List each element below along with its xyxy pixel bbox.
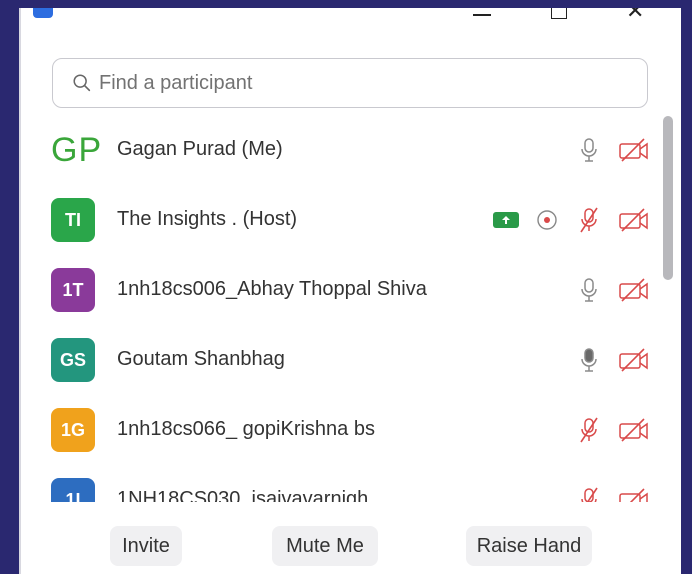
- mic-icon: [575, 136, 603, 164]
- video-off-icon: [617, 276, 651, 304]
- video-off-icon: [617, 136, 651, 164]
- participant-row[interactable]: 1T 1nh18cs006_Abhay Thoppal Shiva: [21, 256, 661, 326]
- participant-row[interactable]: 1G 1nh18cs066_ gopiKrishna bs: [21, 396, 661, 466]
- close-icon[interactable]: ✕: [626, 8, 644, 23]
- search-box[interactable]: [52, 58, 648, 108]
- avatar: 1I: [51, 478, 95, 502]
- video-off-icon: [617, 206, 651, 234]
- participant-name: 1nh18cs006_Abhay Thoppal Shiva: [117, 278, 427, 300]
- raise-hand-button[interactable]: Raise Hand: [466, 526, 592, 566]
- avatar: 1T: [51, 268, 95, 312]
- maximize-icon[interactable]: [551, 8, 567, 19]
- scroll-thumb[interactable]: [663, 116, 673, 280]
- scrollbar[interactable]: [661, 116, 675, 502]
- screen-share-icon: [493, 212, 519, 228]
- participant-row[interactable]: 1I 1NH18CS030_isaivavarnigh...: [21, 466, 661, 502]
- minimize-icon[interactable]: [473, 14, 491, 16]
- avatar: GS: [51, 338, 95, 382]
- participant-status-icons: [575, 486, 651, 502]
- mic-icon: [575, 276, 603, 304]
- participant-status-icons: [575, 346, 651, 374]
- participant-status-icons: [493, 206, 651, 234]
- invite-button[interactable]: Invite: [110, 526, 182, 566]
- participant-name: 1NH18CS030_isaivavarnigh...: [117, 488, 385, 502]
- search-input[interactable]: [97, 70, 621, 96]
- participant-row[interactable]: GS Goutam Shanbhag: [21, 326, 661, 396]
- participant-name: Gagan Purad (Me): [117, 138, 283, 160]
- participant-row[interactable]: TI The Insights . (Host): [21, 186, 661, 256]
- avatar: TI: [51, 198, 95, 242]
- video-off-icon: [617, 486, 651, 502]
- participant-list: GP Gagan Purad (Me) TI The Insights . (Host…: [21, 116, 661, 502]
- recording-icon: [533, 206, 561, 234]
- video-off-icon: [617, 416, 651, 444]
- participants-window: ✕ GP Gagan Purad (Me) TI The Insights . (Ho…: [19, 8, 681, 574]
- mic-muted-icon: [575, 416, 603, 444]
- participant-row[interactable]: GP Gagan Purad (Me): [21, 116, 661, 186]
- mic-muted-icon: [575, 206, 603, 234]
- avatar: 1G: [51, 408, 95, 452]
- search-icon: [73, 74, 91, 92]
- mic-muted-icon: [575, 486, 603, 502]
- mic-icon: [575, 346, 603, 374]
- participant-name: Goutam Shanbhag: [117, 348, 285, 370]
- video-off-icon: [617, 346, 651, 374]
- participant-status-icons: [575, 136, 651, 164]
- participant-status-icons: [575, 416, 651, 444]
- participant-name: The Insights . (Host): [117, 208, 298, 230]
- window-frame-top: [0, 0, 692, 8]
- participant-name: 1nh18cs066_ gopiKrishna bs: [117, 418, 375, 440]
- mute-me-button[interactable]: Mute Me: [272, 526, 378, 566]
- avatar: GP: [51, 130, 103, 169]
- bottom-bar: Invite Mute Me Raise Hand: [21, 502, 681, 574]
- app-icon: [33, 8, 53, 18]
- participant-status-icons: [575, 276, 651, 304]
